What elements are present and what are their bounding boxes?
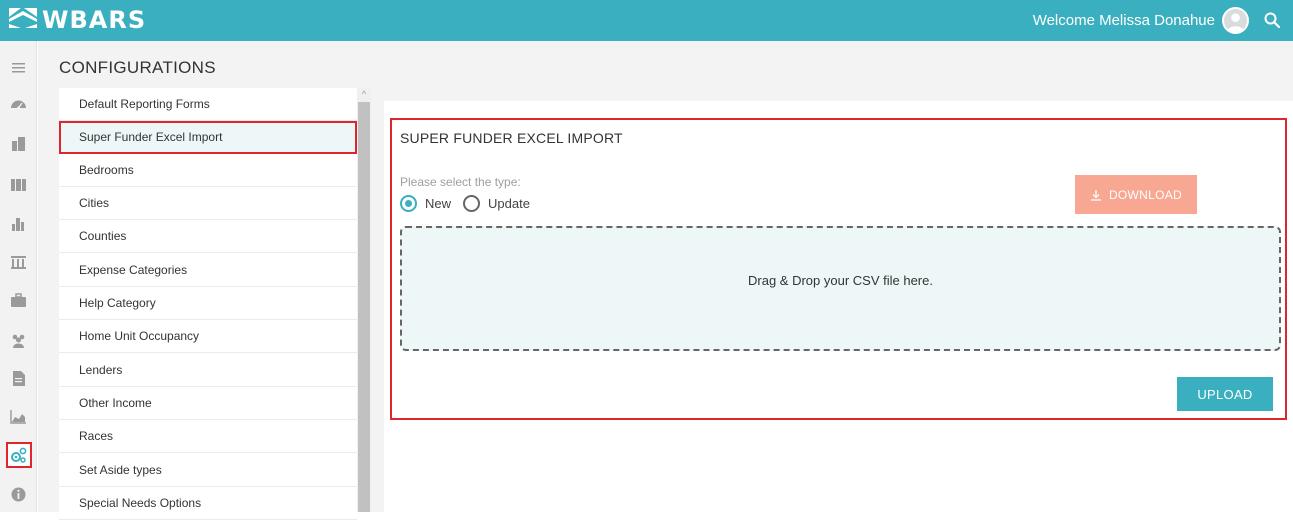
institution-icon[interactable]: [10, 253, 27, 270]
list-item[interactable]: Home Unit Occupancy: [59, 320, 357, 353]
dashboard-icon[interactable]: [10, 96, 27, 113]
logo-icon: [8, 5, 38, 36]
app-logo[interactable]: WBARS: [8, 6, 146, 34]
list-item[interactable]: Set Aside types: [59, 454, 357, 487]
chart-building-icon[interactable]: [10, 215, 27, 232]
config-list: Default Reporting Forms Super Funder Exc…: [59, 88, 357, 520]
configurations-icon[interactable]: [10, 447, 27, 464]
config-list-panel: Default Reporting Forms Super Funder Exc…: [38, 88, 372, 520]
list-item[interactable]: Bedrooms: [59, 154, 357, 187]
search-icon[interactable]: [1263, 11, 1281, 29]
list-item[interactable]: Special Needs Options: [59, 487, 357, 520]
scroll-thumb[interactable]: [358, 102, 370, 512]
list-item-selected[interactable]: Super Funder Excel Import: [59, 121, 357, 154]
panel-title: SUPER FUNDER EXCEL IMPORT: [400, 130, 623, 146]
top-bar: WBARS Welcome Melissa Donahue: [0, 0, 1293, 41]
radio-update-label[interactable]: Update: [488, 196, 530, 211]
super-funder-import-panel: SUPER FUNDER EXCEL IMPORT Please select …: [390, 118, 1287, 420]
list-scrollbar[interactable]: ^: [357, 88, 371, 512]
menu-icon[interactable]: [10, 59, 27, 76]
list-item[interactable]: Help Category: [59, 287, 357, 320]
icon-rail: [0, 41, 37, 512]
city-icon[interactable]: [10, 175, 27, 192]
download-label: DOWNLOAD: [1108, 187, 1183, 202]
type-radio-group: New Update: [400, 194, 542, 212]
scroll-up-arrow-icon[interactable]: ^: [357, 88, 371, 100]
briefcase-icon[interactable]: [10, 292, 27, 309]
list-item[interactable]: Other Income: [59, 387, 357, 420]
buildings-icon[interactable]: [10, 135, 27, 152]
download-icon: [1090, 189, 1101, 201]
radio-new[interactable]: [400, 194, 417, 212]
type-prompt: Please select the type:: [400, 175, 521, 189]
welcome-text: Welcome Melissa Donahue: [1032, 12, 1215, 29]
list-item[interactable]: Expense Categories: [59, 254, 357, 287]
list-item[interactable]: Counties: [59, 220, 357, 253]
upload-button[interactable]: UPLOAD: [1177, 377, 1273, 411]
info-icon[interactable]: [10, 486, 27, 503]
list-item[interactable]: Cities: [59, 187, 357, 220]
dropzone-text: Drag & Drop your CSV file here.: [748, 273, 933, 288]
document-icon[interactable]: [10, 370, 27, 387]
brand-name: WBARS: [42, 6, 147, 34]
list-item[interactable]: Default Reporting Forms: [59, 88, 357, 121]
list-item[interactable]: Lenders: [59, 354, 357, 387]
radio-new-label[interactable]: New: [425, 196, 451, 211]
download-button[interactable]: DOWNLOAD: [1075, 175, 1197, 214]
users-icon[interactable]: [10, 332, 27, 349]
radio-update[interactable]: [463, 194, 481, 212]
area-chart-icon[interactable]: [10, 408, 27, 425]
page-header: CONFIGURATIONS: [38, 41, 1293, 88]
list-item[interactable]: Races: [59, 420, 357, 453]
user-avatar[interactable]: [1222, 7, 1249, 34]
csv-dropzone[interactable]: Drag & Drop your CSV file here.: [400, 226, 1281, 351]
page-title: CONFIGURATIONS: [59, 58, 216, 77]
